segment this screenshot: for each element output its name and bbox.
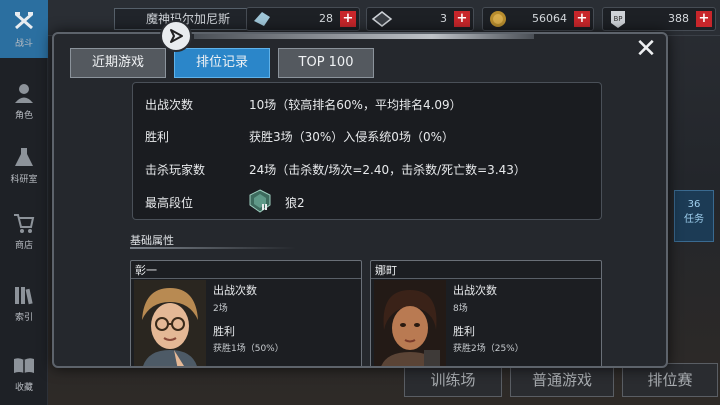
matches-label: 出战次数 <box>213 284 257 297</box>
dialog-top-strip <box>194 34 534 39</box>
bp-icon: BP <box>606 9 630 29</box>
sidebar-item-label: 商店 <box>14 240 33 251</box>
character-portrait <box>134 280 206 366</box>
add-crystal-button[interactable]: + <box>340 11 356 27</box>
crystal-icon <box>250 9 274 29</box>
add-bp-button[interactable]: + <box>696 11 712 27</box>
character-icon <box>13 82 35 104</box>
sidebar-item-battle[interactable]: 战斗 <box>0 0 48 58</box>
open-book-icon <box>13 354 35 376</box>
coin-icon <box>486 9 510 29</box>
sidebar-item-collection[interactable]: 收藏 <box>0 344 48 402</box>
tab-recent-games[interactable]: 近期游戏 <box>70 48 166 78</box>
ticket-icon <box>370 9 394 29</box>
back-arrow-button[interactable] <box>160 20 192 52</box>
stat-label: 胜利 <box>145 130 170 144</box>
character-card[interactable]: 彰一 出战次数 2场 胜利 获胜1场（50%） <box>130 260 362 366</box>
stat-label: 击杀玩家数 <box>145 163 206 177</box>
sidebar-item-label: 科研室 <box>10 174 38 185</box>
matches-value: 2场 <box>213 304 228 314</box>
flask-icon <box>13 146 35 168</box>
resource-coin: 56064 + <box>482 7 594 31</box>
tab-ranked-record[interactable]: 排位记录 <box>174 48 270 78</box>
svg-text:BP: BP <box>613 15 622 23</box>
add-ticket-button[interactable]: + <box>454 11 470 27</box>
crossed-guns-icon <box>13 10 35 32</box>
quest-panel: 36 任务 <box>674 190 714 242</box>
ranked-game-button[interactable]: 排位赛 <box>622 363 718 397</box>
resource-ticket: 3 + <box>366 7 474 31</box>
stat-value: 获胜3场（30%）入侵系统0场（0%） <box>249 130 454 144</box>
resource-value: 28 <box>319 12 333 25</box>
add-coin-button[interactable]: + <box>574 11 590 27</box>
close-button[interactable]: ✕ <box>632 36 660 64</box>
section-divider <box>130 247 296 249</box>
character-name: 彰一 <box>135 264 157 277</box>
character-card[interactable]: 娜町 出战次数 8场 胜利 获胜2场（25%） <box>370 260 602 366</box>
sidebar-item-lab[interactable]: 科研室 <box>0 136 48 194</box>
cart-icon <box>13 212 35 234</box>
resource-value: 388 <box>668 12 689 25</box>
sidebar-item-character[interactable]: 角色 <box>0 72 48 130</box>
resource-value: 56064 <box>532 12 567 25</box>
matches-value: 8场 <box>453 304 468 314</box>
sidebar-item-index[interactable]: 索引 <box>0 274 48 332</box>
wins-label: 胜利 <box>213 325 235 338</box>
resource-bp: BP 388 + <box>602 7 716 31</box>
stat-value: 24场（击杀数/场次=2.40，击杀数/死亡数=3.43） <box>249 163 526 177</box>
stat-label: 出战次数 <box>145 98 194 112</box>
tab-top-100[interactable]: TOP 100 <box>278 48 374 78</box>
wins-value: 获胜1场（50%） <box>213 344 284 354</box>
ranked-record-dialog: 近期游戏 排位记录 TOP 100 ✕ 出战次数 10场（较高排名60%，平均排… <box>52 32 668 368</box>
sidebar: 战斗 角色 科研室 商店 索引 收藏 <box>0 0 48 405</box>
wolf-rank-icon <box>249 189 271 213</box>
stat-value: 10场（较高排名60%，平均排名4.09） <box>249 98 462 112</box>
ranked-stats-panel: 出战次数 10场（较高排名60%，平均排名4.09） 胜利 获胜3场（30%）入… <box>132 82 602 220</box>
stat-row-wins: 胜利 获胜3场（30%）入侵系统0场（0%） <box>145 125 595 149</box>
books-icon <box>13 284 35 306</box>
stat-row-kills: 击杀玩家数 24场（击杀数/场次=2.40，击杀数/死亡数=3.43） <box>145 158 595 182</box>
character-name: 娜町 <box>375 264 397 277</box>
highest-rank-value: 狼2 <box>285 196 305 210</box>
sidebar-item-label: 角色 <box>14 110 33 121</box>
normal-game-button[interactable]: 普通游戏 <box>510 363 614 397</box>
stat-label: 最高段位 <box>145 196 194 210</box>
training-button[interactable]: 训练场 <box>404 363 502 397</box>
sidebar-item-shop[interactable]: 商店 <box>0 202 48 260</box>
card-divider <box>371 278 601 279</box>
resource-value: 3 <box>440 12 447 25</box>
character-portrait <box>374 280 446 366</box>
sidebar-item-label: 索引 <box>14 312 33 323</box>
background-decoration: 36 任务 <box>660 40 720 405</box>
top-bar: 魔神玛尔加尼斯 28 + 3 + 56064 + BP 388 + <box>48 0 720 36</box>
section-title: 基础属性 <box>130 234 174 247</box>
card-divider <box>131 278 361 279</box>
stat-row-matches: 出战次数 10场（较高排名60%，平均排名4.09） <box>145 93 595 117</box>
wins-label: 胜利 <box>453 325 475 338</box>
sidebar-item-label: 收藏 <box>14 382 33 393</box>
matches-label: 出战次数 <box>453 284 497 297</box>
mode-buttons: 训练场 普通游戏 排位赛 <box>404 363 720 399</box>
resource-crystal: 28 + <box>246 7 360 31</box>
sidebar-item-label: 战斗 <box>14 38 33 49</box>
wins-value: 获胜2场（25%） <box>453 344 524 354</box>
stat-row-highest-rank: 最高段位 狼2 <box>145 189 595 215</box>
